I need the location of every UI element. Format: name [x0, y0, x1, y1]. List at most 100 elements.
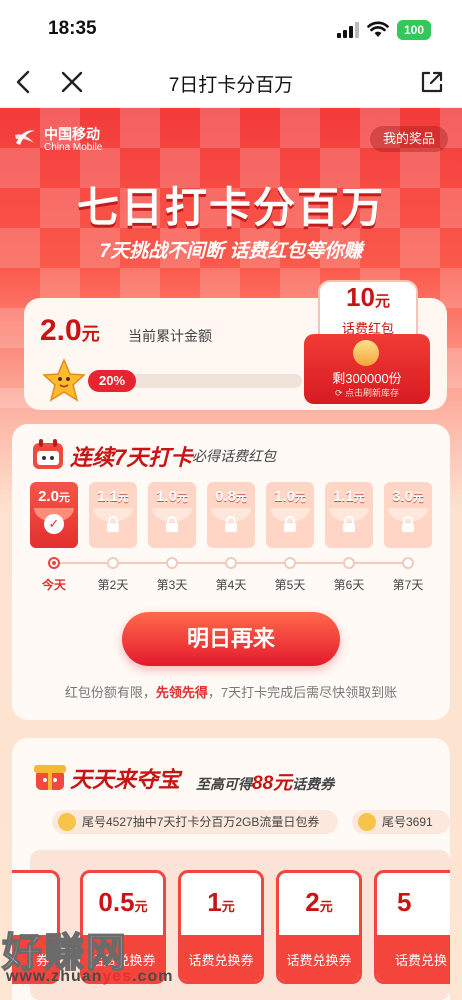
- winner-avatar-icon: [58, 813, 76, 831]
- refresh-stock-label: 点击刷新库存: [345, 388, 400, 398]
- coupon-amount: 5: [397, 887, 412, 917]
- treasure-subtitle-prefix: 至高可得: [196, 776, 252, 792]
- coupon-label: 话费兑换券: [181, 935, 261, 981]
- checkin-day-unit: 元: [353, 492, 365, 504]
- checkin-note-highlight: 先领先得: [155, 685, 208, 700]
- checkin-day-5[interactable]: 1.0元: [266, 482, 314, 548]
- checkin-day-amount: 1.1元: [89, 488, 137, 505]
- winner-ticker-text: 尾号4527抽中7天打卡分百万2GB流量日包券: [82, 815, 320, 829]
- coupon-card[interactable]: 券: [12, 870, 60, 984]
- timeline-dot: [284, 557, 296, 569]
- checkin-day-value: 0.8: [215, 488, 236, 505]
- nav-bar: 7日打卡分百万: [0, 56, 462, 108]
- lock-icon: [343, 516, 355, 532]
- cellular-signal-icon: [337, 22, 359, 38]
- coupon-value: 2元: [279, 887, 359, 918]
- coupon-value: 5: [377, 887, 450, 918]
- checkin-day-label: 第5天: [274, 578, 306, 592]
- coupon-label: 话费兑换: [377, 935, 450, 981]
- checkin-day-value: 1.1: [97, 488, 118, 505]
- checkin-note-prefix: 红包份额有限，: [64, 685, 156, 700]
- lock-icon: [166, 516, 178, 532]
- coupon-label: 券: [12, 935, 57, 981]
- activity-page: 中国移动 China Mobile 我的奖品 七日打卡分百万 7天挑战不间断 话…: [0, 108, 462, 1000]
- checkin-note-suffix: ，7天打卡完成后需尽快领取到账: [207, 685, 398, 700]
- checkin-day-label: 第7天: [392, 578, 424, 592]
- treasure-card: 天天来夺宝 至高可得88元话费券 尾号4527抽中7天打卡分百万2GB流量日包券…: [12, 738, 450, 1000]
- calendar-icon: [33, 439, 63, 469]
- checkin-day-value: 1.1: [333, 488, 354, 505]
- timeline-dot: [107, 557, 119, 569]
- checkin-day-label: 第6天: [333, 578, 365, 592]
- checkin-day-value: 1.0: [274, 488, 295, 505]
- checkin-day-7[interactable]: 3.0元: [384, 482, 432, 548]
- coupon-label: 话费兑换券: [279, 935, 359, 981]
- checkin-day-value: 3.0: [392, 488, 413, 505]
- coupon-card[interactable]: 0.5元 话费兑换券: [80, 870, 166, 984]
- checkin-day-6[interactable]: 1.1元: [325, 482, 373, 548]
- winner-ticker-text: 尾号3691: [382, 815, 433, 829]
- checkin-subtitle: 必得话费红包: [192, 448, 276, 464]
- checkin-day-unit: 元: [117, 492, 129, 504]
- coupon-carousel[interactable]: 券 0.5元 话费兑换券 1元 话费兑换券 2元 话费兑换券 5 话费兑换: [12, 850, 450, 1000]
- checkin-day-unit: 元: [412, 492, 424, 504]
- lock-icon: [107, 516, 119, 532]
- checkin-day-value: 1.0: [156, 488, 177, 505]
- wifi-icon: [367, 21, 389, 37]
- accumulated-amount-value: 2.0: [40, 314, 82, 347]
- coupon-unit: 元: [134, 899, 148, 914]
- checkin-day-amount: 3.0元: [384, 488, 432, 505]
- winner-ticker-item: 尾号4527抽中7天打卡分百万2GB流量日包券: [52, 810, 338, 834]
- checkin-day-unit: 元: [176, 492, 188, 504]
- my-prizes-button[interactable]: 我的奖品: [370, 126, 448, 152]
- timeline-dot: [402, 557, 414, 569]
- coupon-unit: 元: [221, 899, 235, 914]
- lock-icon: [284, 516, 296, 532]
- nav-title: 7日打卡分百万: [168, 75, 294, 96]
- timeline-dot: [166, 557, 178, 569]
- accumulated-amount-unit: 元: [81, 324, 100, 344]
- lock-icon: [402, 516, 414, 532]
- checkin-note: 红包份额有限，先领先得，7天打卡完成后需尽快领取到账: [12, 682, 450, 701]
- share-icon[interactable]: [418, 68, 446, 96]
- refresh-stock-link[interactable]: ⟳ 点击刷新库存: [304, 386, 430, 399]
- status-bar: 18:35 100: [0, 0, 462, 56]
- coupon-unit: 元: [319, 899, 333, 914]
- timeline-dot: [48, 557, 60, 569]
- checkin-day-2[interactable]: 1.1元: [89, 482, 137, 548]
- checkin-day-1[interactable]: 2.0元 ✓: [30, 482, 78, 548]
- checkin-day-amount: 2.0元: [30, 488, 78, 505]
- accumulated-amount: 2.0元: [40, 314, 100, 348]
- coupon-label: 话费兑换券: [83, 935, 163, 981]
- come-back-tomorrow-button[interactable]: 明日再来: [122, 612, 340, 666]
- checkin-day-label: 第3天: [156, 578, 188, 592]
- accumulated-amount-label: 当前累计金额: [128, 328, 212, 344]
- china-mobile-logo-icon: [15, 130, 35, 145]
- red-packet-reward[interactable]: 10元 话费红包 剩300000份 ⟳ 点击刷新库存: [294, 280, 440, 410]
- treasure-subtitle: 至高可得88元话费券: [196, 768, 334, 795]
- hero-title: 七日打卡分百万: [76, 184, 385, 231]
- lock-icon: [225, 516, 237, 532]
- coupon-value: 0.5元: [83, 887, 163, 918]
- checkin-day-value: 2.0: [38, 488, 59, 505]
- checkin-day-amount: 1.1元: [325, 488, 373, 505]
- coupon-card[interactable]: 5 话费兑换: [374, 870, 450, 984]
- timeline-dot: [225, 557, 237, 569]
- treasure-subtitle-amount: 88元: [252, 773, 293, 794]
- red-packet-value: 10: [346, 282, 375, 312]
- checkin-day-4[interactable]: 0.8元: [207, 482, 255, 548]
- coupon-card[interactable]: 2元 话费兑换券: [276, 870, 362, 984]
- treasure-subtitle-suffix: 话费券: [292, 776, 335, 792]
- red-packet-unit: 元: [374, 293, 390, 310]
- status-time: 18:35: [48, 18, 97, 39]
- hero-subtitle: 7天挑战不间断 话费红包等你赚: [99, 241, 363, 262]
- gift-box-icon: [34, 765, 66, 790]
- coupon-card[interactable]: 1元 话费兑换券: [178, 870, 264, 984]
- winner-avatar-icon: [358, 813, 376, 831]
- checkin-day-amount: 1.0元: [148, 488, 196, 505]
- timeline-dot: [343, 557, 355, 569]
- red-packet-amount: 10元: [318, 282, 418, 313]
- coupon-amount: 2: [305, 887, 320, 917]
- progress-percentage: 20%: [88, 370, 136, 392]
- checkin-day-3[interactable]: 1.0元: [148, 482, 196, 548]
